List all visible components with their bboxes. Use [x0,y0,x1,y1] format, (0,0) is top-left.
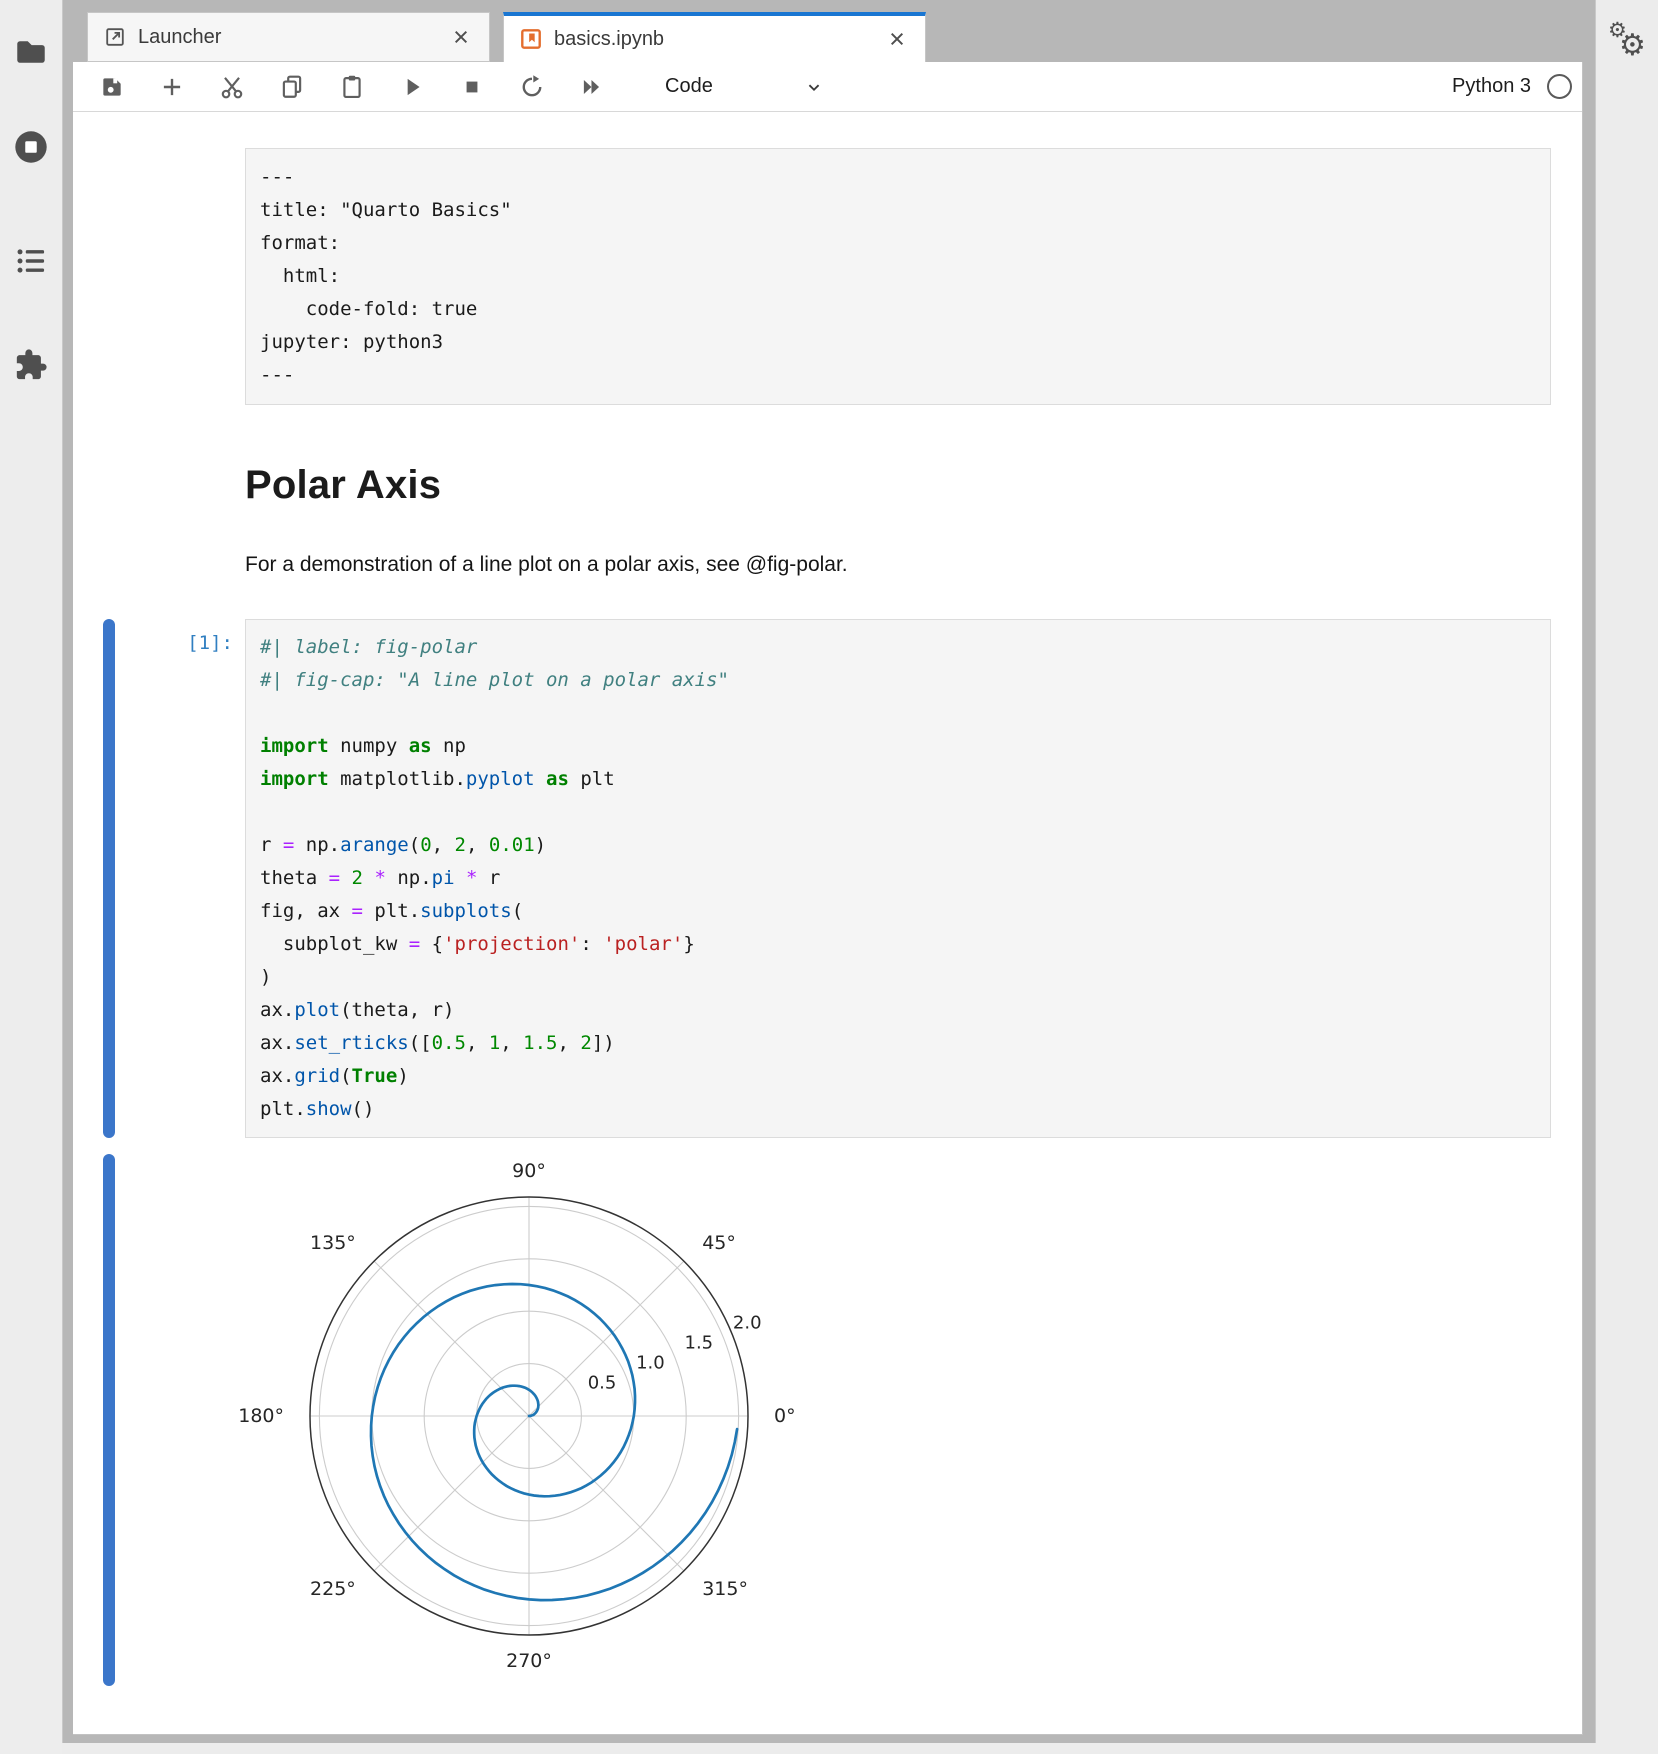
theta-tick-label: 0° [774,1405,796,1427]
close-icon[interactable]: × [883,26,911,53]
theta-tick-label: 180° [239,1405,284,1427]
theta-tick-label: 270° [506,1650,552,1672]
idle-circle-icon [1547,74,1572,99]
code-line: plt.show() [260,1093,1540,1126]
code-line: fig, ax = plt.subplots( [260,895,1540,928]
tab-label: basics.ipynb [554,28,871,51]
r-tick-label: 2.0 [733,1312,762,1333]
code-cell: [1]: #| label: fig-polar#| fig-cap: "A l… [73,619,1582,1138]
cell-type-dropdown[interactable]: Code [659,70,831,104]
raw-cell-yaml[interactable]: ---title: "Quarto Basics"format: html: c… [245,148,1551,405]
notebook-toolbar: Code Python 3 [73,62,1582,112]
execution-prompt: [1]: [73,632,233,654]
table-of-contents-icon[interactable] [13,243,49,279]
code-line: import numpy as np [260,730,1540,763]
kernel-name: Python 3 [1452,75,1531,98]
paste-icon[interactable] [335,70,369,104]
jupyterlab-window: ⚙ ⚙ Launcher × basics.ip [0,0,1658,1754]
file-browser-folder-icon[interactable] [13,33,49,69]
cell-collapser[interactable] [103,619,115,1138]
theta-tick-label: 225° [310,1578,356,1600]
code-line: #| label: fig-polar [260,631,1540,664]
right-sidebar-strip: ⚙ ⚙ [1595,0,1658,1754]
extensions-puzzle-icon[interactable] [13,347,49,383]
r-tick-label: 0.5 [588,1373,617,1394]
theta-tick-label: 315° [702,1578,748,1600]
r-tick-label: 1.0 [636,1353,665,1374]
raw-line: code-fold: true [260,293,1536,326]
theta-gridline [374,1416,529,1571]
code-editor[interactable]: #| label: fig-polar#| fig-cap: "A line p… [245,619,1551,1138]
code-line: ) [260,961,1540,994]
raw-line: html: [260,260,1536,293]
heading-polar-axis: Polar Axis [245,463,1551,508]
code-line: subplot_kw = {'projection': 'polar'} [260,928,1540,961]
code-line: theta = 2 * np.pi * r [260,862,1540,895]
theta-gridline [529,1416,684,1571]
code-line: ax.plot(theta, r) [260,994,1540,1027]
r-tick-label: 1.5 [685,1332,714,1353]
kernel-indicator[interactable]: Python 3 [1452,74,1572,99]
run-icon[interactable] [395,70,429,104]
output-area: 0° 45° 90° 135° 180° 225° 270° 315° 0.5 1.0 1.5 2.0 [73,1154,1582,1694]
property-inspector-gears-icon[interactable]: ⚙ ⚙ [1606,18,1650,66]
close-icon[interactable]: × [447,24,475,51]
theta-tick-label: 45° [702,1232,736,1254]
bottom-strip [62,1743,1596,1754]
insert-cell-icon[interactable] [155,70,189,104]
code-line [260,697,1540,730]
raw-line: jupyter: python3 [260,326,1536,359]
output-collapser[interactable] [103,1154,115,1686]
theta-tick-label: 135° [310,1232,356,1254]
code-line: r = np.arange(0, 2, 0.01) [260,829,1540,862]
code-line: #| fig-cap: "A line plot on a polar axis… [260,664,1540,697]
save-icon[interactable] [95,70,129,104]
notebook-content: ---title: "Quarto Basics"format: html: c… [73,112,1582,1733]
tab-label: Launcher [138,26,435,49]
gear-icon: ⚙ [1619,28,1646,63]
chevron-down-icon [803,76,825,98]
tab-basics-ipynb[interactable]: basics.ipynb × [503,12,926,62]
raw-line: title: "Quarto Basics" [260,194,1536,227]
code-line: import matplotlib.pyplot as plt [260,763,1540,796]
code-line: ax.set_rticks([0.5, 1, 1.5, 2]) [260,1027,1540,1060]
markdown-cell[interactable]: Polar Axis For a demonstration of a line… [73,463,1582,577]
dock-tab-bar: Launcher × basics.ipynb × [73,12,926,62]
raw-line: format: [260,227,1536,260]
cut-icon[interactable] [215,70,249,104]
notebook-panel: Code Python 3 ---title: "Quarto Basics"f… [73,62,1583,1735]
run-all-icon[interactable] [575,70,609,104]
copy-icon[interactable] [275,70,309,104]
cell-type-value: Code [665,75,713,98]
tab-launcher[interactable]: Launcher × [87,12,490,62]
launcher-icon [104,26,126,48]
polar-plot-output: 0° 45° 90° 135° 180° 225° 270° 315° 0.5 1.0 1.5 2.0 [239,1154,819,1694]
code-line [260,796,1540,829]
notebook-icon [520,28,542,50]
raw-line: --- [260,161,1536,194]
restart-kernel-icon[interactable] [515,70,549,104]
activity-bar [0,0,63,1754]
theta-tick-label: 90° [512,1160,546,1182]
stop-icon[interactable] [455,70,489,104]
raw-line: --- [260,359,1536,392]
spiral-line [371,1284,737,1600]
markdown-paragraph: For a demonstration of a line plot on a … [245,553,1551,577]
code-line: ax.grid(True) [260,1060,1540,1093]
running-kernels-icon[interactable] [13,129,49,165]
